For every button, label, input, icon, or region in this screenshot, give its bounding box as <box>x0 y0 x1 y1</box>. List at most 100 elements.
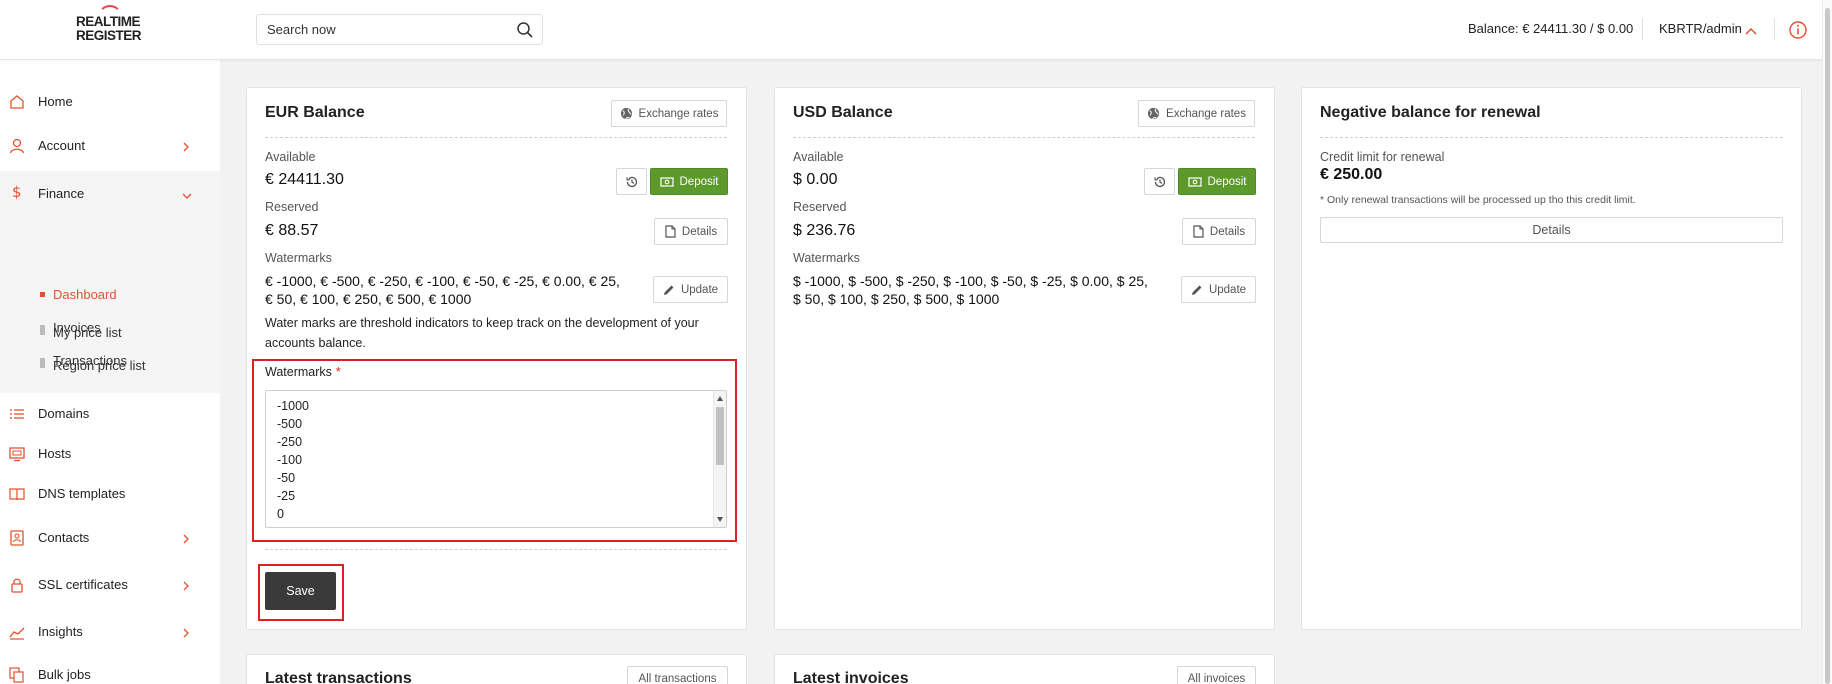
divider <box>265 137 727 138</box>
sidebar-item-account[interactable]: Account <box>0 126 220 166</box>
scroll-down-icon[interactable] <box>717 517 723 522</box>
sidebar-item-contacts[interactable]: Contacts <box>0 518 220 558</box>
logo-line-2: REGISTER <box>76 27 142 43</box>
negative-card-title: Negative balance for renewal <box>1320 104 1541 121</box>
eur-available-label: Available <box>265 150 316 164</box>
sidebar-item-domains[interactable]: Domains <box>0 394 220 434</box>
lock-icon <box>8 576 26 594</box>
eur-card-title: EUR Balance <box>265 104 365 121</box>
list-icon <box>8 405 26 423</box>
usd-reserved-label: Reserved <box>793 200 847 214</box>
chart-icon <box>8 623 26 641</box>
history-icon <box>1153 176 1165 187</box>
usd-available-label: Available <box>793 150 844 164</box>
user-menu[interactable]: KBRTR/admin <box>1659 21 1742 36</box>
chevron-right-icon <box>181 140 191 158</box>
history-icon <box>625 176 637 187</box>
eur-available-value: € 24411.30 <box>265 171 344 188</box>
usd-exchange-rates-button[interactable]: Exchange rates <box>1138 100 1255 127</box>
sidebar-item-bulk-jobs[interactable]: Bulk jobs <box>0 655 220 684</box>
info-icon[interactable] <box>1788 20 1808 45</box>
button-label: Details <box>681 225 718 238</box>
sidebar-item-label: Hosts <box>38 446 72 461</box>
chevron-right-icon <box>181 532 191 550</box>
watermarks-textarea[interactable] <box>266 391 726 527</box>
search-icon[interactable] <box>516 21 534 44</box>
usd-deposit-button[interactable]: Deposit <box>1178 168 1256 195</box>
negative-details-button[interactable]: Details <box>1320 217 1783 243</box>
search-box <box>256 14 543 45</box>
sidebar-item-ssl-certificates[interactable]: SSL certificates <box>0 565 220 605</box>
chevron-up-icon[interactable] <box>1744 23 1758 41</box>
all-invoices-button[interactable]: All invoices <box>1177 666 1256 684</box>
sidebar-item-label: Contacts <box>38 530 90 545</box>
sidebar-item-label: Domains <box>38 406 90 421</box>
eur-exchange-rates-button[interactable]: Exchange rates <box>611 100 727 127</box>
document-icon <box>1193 225 1204 238</box>
monitor-icon <box>8 445 26 463</box>
eur-watermarks-value-line1: € -1000, € -500, € -250, € -100, € -50, … <box>265 273 620 289</box>
pencil-icon <box>663 285 674 295</box>
credit-limit-label: Credit limit for renewal <box>1320 150 1445 164</box>
top-header: REALTIME REGISTER Balance: € 24411.30 / … <box>0 0 1832 60</box>
usd-watermarks-label: Watermarks <box>793 251 860 265</box>
sidebar-item-finance[interactable]: $ Finance <box>0 172 220 212</box>
subitem-label: My price list <box>53 325 122 340</box>
header-balance: Balance: € 24411.30 / $ 0.00 <box>1468 21 1634 36</box>
sidebar-item-label: Insights <box>38 624 83 639</box>
book-icon <box>8 485 26 503</box>
eur-watermarks-description-line2: accounts balance. <box>265 336 366 350</box>
watermarks-form-label: Watermarks * <box>265 365 341 379</box>
eur-update-button[interactable]: Update <box>653 276 728 303</box>
user-icon <box>8 137 26 155</box>
button-label: Update <box>1208 283 1247 296</box>
button-label: Deposit <box>1207 175 1247 188</box>
usd-available-value: $ 0.00 <box>793 171 838 188</box>
sidebar-item-hosts[interactable]: Hosts <box>0 434 220 474</box>
button-label: Details <box>1209 225 1246 238</box>
logo[interactable]: REALTIME REGISTER <box>76 5 142 43</box>
usd-card-title: USD Balance <box>793 104 893 121</box>
scroll-thumb[interactable] <box>716 407 724 465</box>
sidebar-item-home[interactable]: Home <box>0 82 220 122</box>
sidebar: Dashboard Invoices Transactions Home Acc… <box>0 60 220 684</box>
credit-limit-note: * Only renewal transactions will be proc… <box>1320 194 1636 206</box>
eur-reserved-value: € 88.57 <box>265 222 319 239</box>
eur-details-button[interactable]: Details <box>654 218 728 245</box>
all-transactions-button[interactable]: All transactions <box>627 666 728 684</box>
header-divider <box>1642 18 1643 40</box>
usd-history-button[interactable] <box>1144 168 1175 195</box>
document-icon <box>665 225 676 238</box>
usd-reserved-value: $ 236.76 <box>793 222 856 239</box>
button-label: Exchange rates <box>1166 107 1246 120</box>
sidebar-item-label: Bulk jobs <box>38 667 91 682</box>
usd-details-button[interactable]: Details <box>1182 218 1256 245</box>
button-label: All transactions <box>638 673 717 684</box>
latest-transactions-title: Latest transactions <box>265 670 412 684</box>
divider <box>793 137 1255 138</box>
chevron-down-icon <box>181 188 193 206</box>
chevron-right-icon <box>181 626 191 644</box>
required-marker: * <box>335 365 341 379</box>
eur-deposit-button[interactable]: Deposit <box>650 168 728 195</box>
credit-limit-value: € 250.00 <box>1320 166 1383 183</box>
eur-watermarks-value-line2: € 50, € 100, € 250, € 500, € 1000 <box>265 291 472 307</box>
sidebar-item-insights[interactable]: Insights <box>0 612 220 652</box>
textarea-scrollbar[interactable] <box>713 391 726 527</box>
eur-history-button[interactable] <box>616 168 647 195</box>
bullet <box>40 292 45 297</box>
latest-invoices-title: Latest invoices <box>793 670 909 684</box>
save-button[interactable]: Save <box>265 572 336 610</box>
usd-update-button[interactable]: Update <box>1181 276 1256 303</box>
banknote-icon <box>659 176 674 187</box>
dollar-icon: $ <box>8 183 26 201</box>
sidebar-item-dns-templates[interactable]: DNS templates <box>0 474 220 514</box>
button-label: Exchange rates <box>638 107 719 120</box>
eur-watermarks-description-line1: Water marks are threshold indicators to … <box>265 316 699 330</box>
header-divider <box>1774 18 1775 40</box>
scroll-up-icon[interactable] <box>717 396 723 401</box>
pencil-icon <box>1191 285 1202 295</box>
page-scrollbar[interactable] <box>1822 0 1832 684</box>
search-input[interactable] <box>267 22 507 37</box>
page-scrollbar-thumb[interactable] <box>1825 8 1830 684</box>
